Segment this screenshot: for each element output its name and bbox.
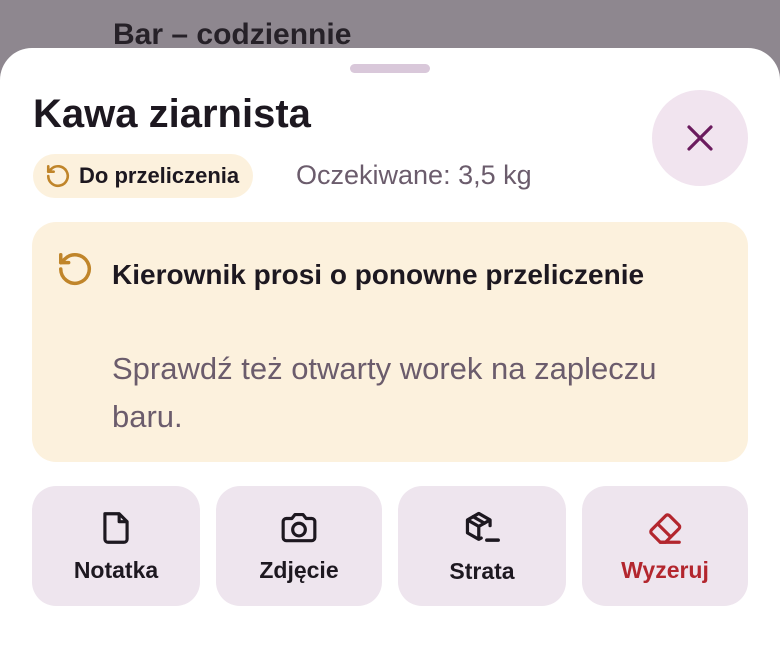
note-button[interactable]: Notatka — [32, 486, 200, 606]
backdrop-title: Bar – codziennie — [113, 18, 352, 51]
status-badge-label: Do przeliczenia — [79, 163, 240, 188]
package-loss-icon — [465, 511, 500, 542]
bottom-sheet: Kawa ziarnista Do przeliczenia Oczekiwan… — [0, 48, 780, 668]
expected-quantity: Oczekiwane: 3,5 kg — [296, 160, 532, 190]
camera-icon — [281, 512, 317, 542]
status-badge: Do przeliczenia — [33, 154, 254, 198]
action-bar: Notatka Zdjęcie Strata Wyzeruj — [32, 486, 748, 606]
loss-button[interactable]: Strata — [398, 486, 566, 606]
reset-button[interactable]: Wyzeruj — [582, 486, 748, 606]
close-icon — [687, 125, 713, 151]
close-button[interactable] — [652, 90, 748, 186]
notice-text: Sprawdź też otwarty worek na zapleczu ba… — [112, 351, 657, 434]
sheet-title: Kawa ziarnista — [33, 92, 311, 136]
photo-button[interactable]: Zdjęcie — [216, 486, 382, 606]
loss-button-label: Strata — [449, 557, 515, 584]
eraser-icon — [649, 512, 682, 544]
drag-handle[interactable] — [350, 64, 430, 73]
recount-icon — [59, 253, 91, 285]
photo-button-label: Zdjęcie — [259, 556, 339, 583]
recount-icon — [46, 164, 70, 188]
note-button-label: Notatka — [73, 556, 159, 583]
notice-title: Kierownik prosi o ponowne przeliczenie — [112, 259, 645, 290]
recount-notice: Kierownik prosi o ponowne przeliczenie S… — [32, 222, 748, 462]
note-icon — [103, 511, 129, 544]
reset-button-label: Wyzeruj — [621, 556, 709, 583]
